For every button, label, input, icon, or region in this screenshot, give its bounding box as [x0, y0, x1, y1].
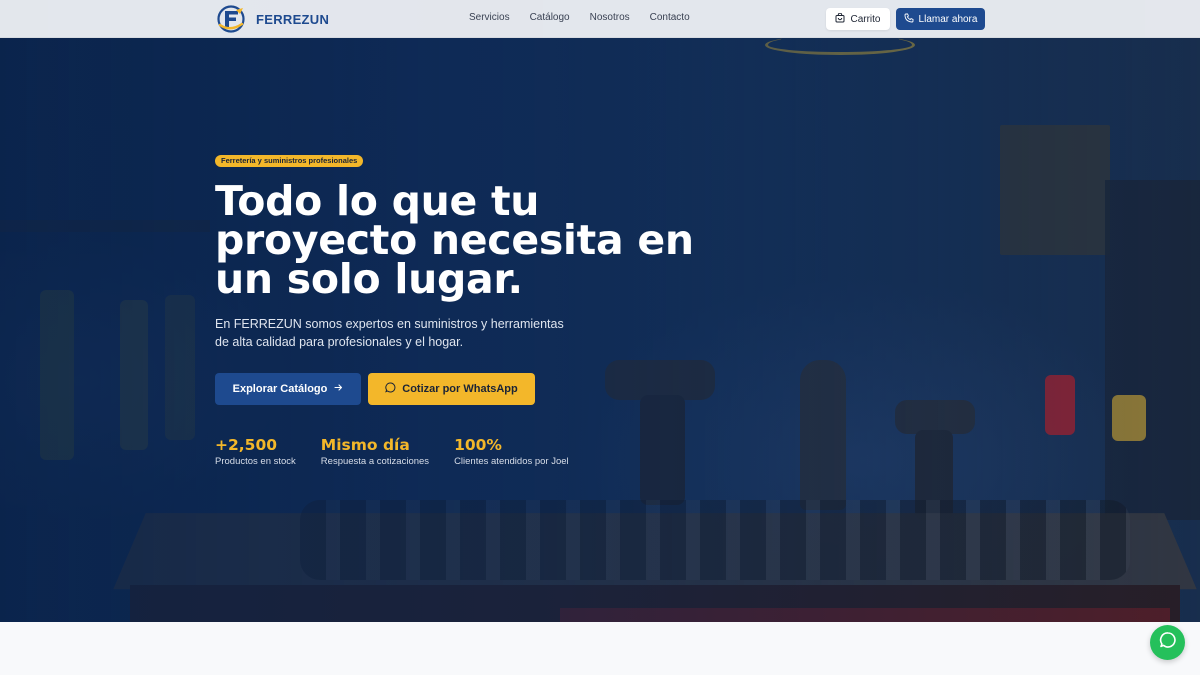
stat-products: +2,500 Productos en stock — [215, 436, 296, 467]
explore-catalog-button[interactable]: Explorar Catálogo — [215, 373, 361, 405]
whatsapp-float-icon — [1159, 631, 1177, 654]
stat-value: Mismo día — [320, 436, 410, 454]
stat-response: Mismo día Respuesta a cotizaciones — [321, 436, 429, 467]
whatsapp-quote-button[interactable]: Cotizar por WhatsApp — [368, 373, 535, 405]
site-header: FERREZUN Servicios Catálogo Nosotros Con… — [0, 0, 1200, 38]
stat-value: 100% — [454, 436, 502, 454]
category-badge: Ferretería y suministros profesionales — [215, 155, 364, 167]
main-nav: Servicios Catálogo Nosotros Contacto — [469, 12, 690, 23]
stat-label: Clientes atendidos por Joel — [454, 456, 569, 467]
nav-link-catalogo[interactable]: Catálogo — [530, 12, 570, 23]
whatsapp-quote-label: Cotizar por WhatsApp — [402, 383, 518, 395]
call-now-button[interactable]: Llamar ahora — [896, 8, 985, 30]
stat-clients: 100% Clientes atendidos por Joel — [454, 436, 569, 467]
nav-link-nosotros[interactable]: Nosotros — [590, 12, 630, 23]
nav-link-servicios[interactable]: Servicios — [469, 12, 510, 23]
stat-label: Productos en stock — [215, 456, 296, 467]
hero-subtitle: En FERREZUN somos expertos en suministro… — [215, 317, 564, 349]
cart-label: Carrito — [850, 13, 881, 25]
explore-catalog-label: Explorar Catálogo — [232, 383, 328, 395]
whatsapp-float-button[interactable] — [1150, 625, 1185, 660]
next-section — [0, 622, 1200, 675]
hero-overlay — [0, 0, 1200, 622]
phone-icon — [904, 13, 914, 26]
hero-stats: +2,500 Productos en stock Mismo día Resp… — [215, 436, 569, 467]
stat-label: Respuesta a cotizaciones — [320, 456, 430, 467]
nav-link-contacto[interactable]: Contacto — [650, 12, 690, 23]
brand-name: FERREZUN — [256, 11, 330, 27]
hero-headline: Todo lo que tu proyecto necesita en un s… — [215, 177, 694, 303]
brand-logo[interactable]: FERREZUN — [216, 5, 329, 33]
hero-section — [0, 0, 1200, 622]
call-now-label: Llamar ahora — [918, 13, 978, 25]
cart-icon — [835, 12, 845, 26]
cart-button[interactable]: Carrito — [826, 8, 890, 30]
stat-value: +2,500 — [215, 436, 278, 454]
arrow-right-icon — [334, 383, 343, 395]
whatsapp-icon — [385, 382, 396, 396]
ferrezun-logo-icon — [216, 5, 248, 33]
